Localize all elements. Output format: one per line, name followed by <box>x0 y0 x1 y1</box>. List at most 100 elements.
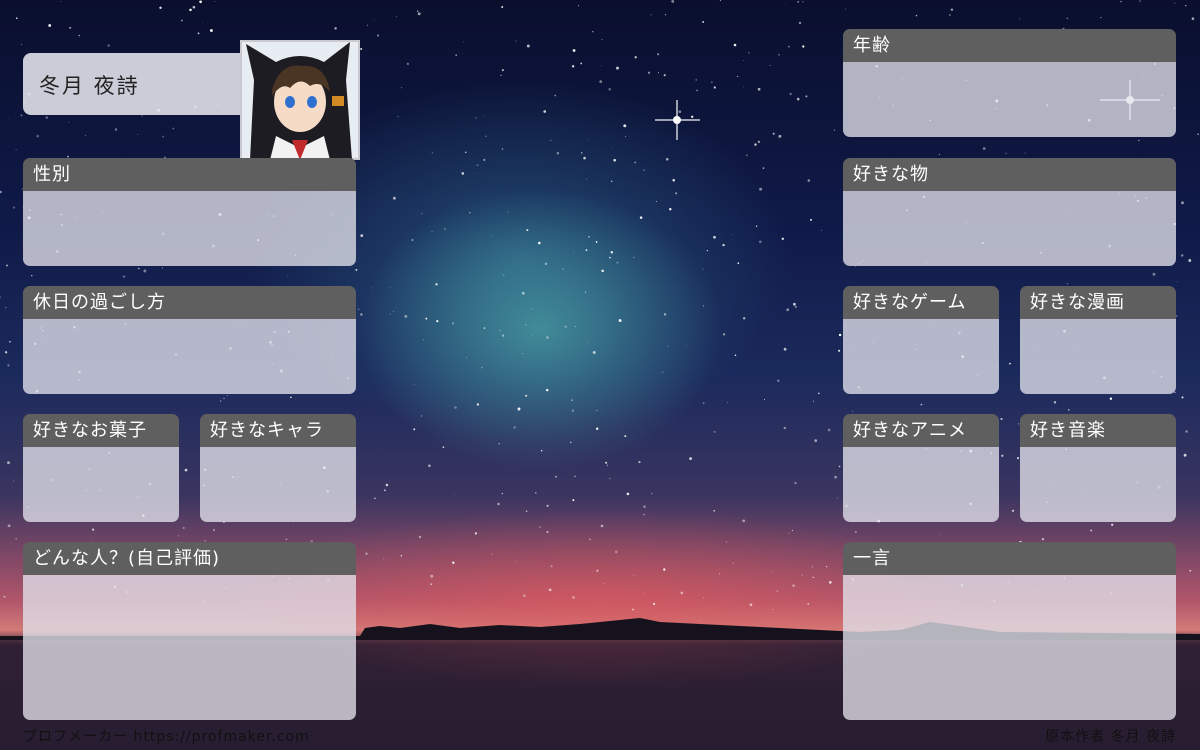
panel-gender-field[interactable] <box>23 191 356 266</box>
panel-age: 年齢 <box>843 29 1176 137</box>
star <box>791 529 793 531</box>
star <box>580 62 583 65</box>
star <box>719 573 721 575</box>
panel-self-eval-label: どんな人？(自己評価) <box>23 542 356 575</box>
panel-game: 好きなゲーム <box>843 286 999 394</box>
star <box>588 341 589 343</box>
star <box>159 6 162 9</box>
panel-music-field[interactable] <box>1020 447 1176 522</box>
panel-comment-field[interactable] <box>843 575 1176 720</box>
star <box>939 535 941 537</box>
footer-credit-left[interactable]: プロフメーカー https://profmaker.com <box>23 726 310 746</box>
panel-self-eval: どんな人？(自己評価) <box>23 542 356 720</box>
star <box>713 86 716 89</box>
star <box>610 251 614 254</box>
star <box>540 449 543 452</box>
star <box>792 584 795 587</box>
star <box>501 69 504 72</box>
star <box>7 461 10 465</box>
star <box>220 400 222 402</box>
star <box>1009 362 1011 365</box>
star <box>571 65 575 68</box>
star <box>737 75 739 78</box>
star <box>852 410 853 412</box>
star <box>595 427 599 430</box>
star <box>564 325 567 328</box>
star <box>802 1 804 3</box>
panel-snack-field[interactable] <box>23 447 179 522</box>
panel-character-label: 好きなキャラ <box>200 414 356 447</box>
star <box>588 139 590 140</box>
star <box>1017 457 1019 460</box>
star <box>695 79 697 81</box>
star <box>546 336 549 339</box>
star <box>657 53 660 56</box>
star <box>580 152 583 154</box>
panel-character-field[interactable] <box>200 447 356 522</box>
star <box>290 396 292 399</box>
star <box>632 608 634 611</box>
star <box>554 94 557 97</box>
panel-age-field[interactable] <box>843 62 1176 137</box>
star <box>4 351 8 354</box>
star <box>611 146 613 148</box>
star <box>1185 430 1188 433</box>
star <box>754 143 757 146</box>
star <box>91 528 95 531</box>
star <box>601 65 603 67</box>
star <box>199 0 202 4</box>
panel-self-eval-field[interactable] <box>23 575 356 720</box>
star <box>813 400 814 402</box>
star <box>421 415 423 417</box>
star <box>650 14 652 16</box>
star <box>418 535 422 539</box>
star <box>783 426 786 430</box>
star <box>20 43 22 45</box>
star <box>778 53 780 56</box>
star <box>373 19 375 21</box>
star <box>285 538 288 541</box>
star <box>334 27 337 30</box>
star <box>556 152 560 155</box>
star <box>374 497 376 500</box>
star <box>531 308 533 310</box>
star <box>3 595 6 598</box>
star <box>737 262 740 265</box>
star <box>796 97 800 101</box>
star <box>562 268 564 270</box>
panel-manga-field[interactable] <box>1020 319 1176 394</box>
panel-game-field[interactable] <box>843 319 999 394</box>
star <box>604 583 605 585</box>
star <box>501 148 504 150</box>
star <box>522 292 525 295</box>
star <box>515 40 517 42</box>
star <box>370 287 372 289</box>
star <box>182 527 185 529</box>
star <box>1100 16 1102 19</box>
star <box>743 60 744 62</box>
star <box>435 283 438 286</box>
panel-likes-label: 好きな物 <box>843 158 1176 191</box>
star <box>574 326 576 327</box>
star <box>213 529 215 531</box>
star <box>669 208 672 211</box>
star <box>570 441 572 443</box>
panel-anime-field[interactable] <box>843 447 999 522</box>
star <box>643 593 644 594</box>
star <box>483 114 485 116</box>
star <box>797 1 800 3</box>
star <box>476 403 480 406</box>
panel-holiday-field[interactable] <box>23 319 356 394</box>
panel-likes-field[interactable] <box>843 191 1176 266</box>
star <box>672 178 675 182</box>
panel-comment: 一言 <box>843 542 1176 720</box>
star <box>623 124 627 128</box>
star <box>107 44 111 47</box>
star <box>696 89 698 92</box>
star <box>544 262 548 266</box>
star <box>397 116 399 118</box>
star <box>481 366 483 369</box>
star <box>578 5 580 7</box>
panel-snack-label: 好きなお菓子 <box>23 414 179 447</box>
star <box>758 240 762 244</box>
